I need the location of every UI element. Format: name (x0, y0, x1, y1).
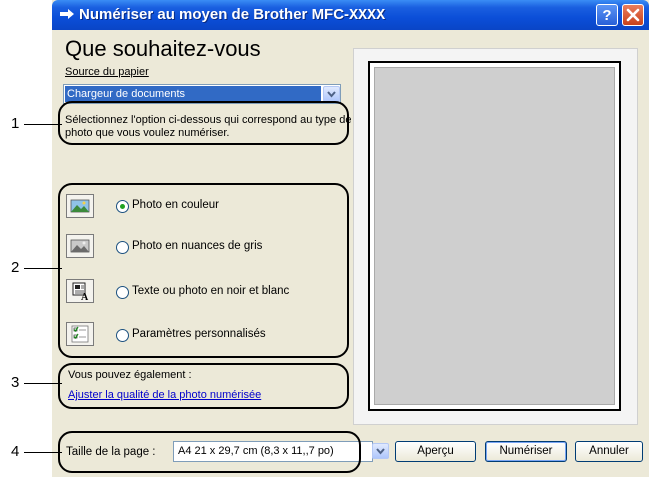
help-button[interactable]: ? (596, 4, 618, 26)
callout-number-3: 3 (11, 374, 20, 391)
callout-box-1 (58, 101, 349, 145)
callout-number-4: 4 (11, 443, 20, 460)
callout-line-4 (24, 452, 62, 453)
title-bar[interactable]: Numériser au moyen de Brother MFC-XXXX ? (52, 0, 649, 30)
paper-source-dropdown-button[interactable] (323, 86, 340, 102)
callout-box-2 (58, 183, 349, 358)
scanner-arrow-icon (60, 9, 74, 19)
chevron-down-icon (376, 448, 385, 455)
callout-line-1 (24, 124, 62, 125)
callout-box-3 (58, 363, 349, 409)
preview-page (374, 67, 615, 405)
preview-panel (353, 48, 638, 425)
paper-source-value: Chargeur de documents (65, 86, 321, 102)
paper-source-label: Source du papier (65, 66, 149, 78)
window-title: Numériser au moyen de Brother MFC-XXXX (79, 6, 386, 24)
callout-line-3 (24, 383, 62, 384)
scan-button[interactable]: Numériser (485, 441, 567, 462)
cancel-button[interactable]: Annuler (575, 441, 643, 462)
close-icon (626, 8, 640, 22)
preview-button[interactable]: Aperçu (395, 441, 476, 462)
page-size-dropdown-button[interactable] (372, 443, 389, 459)
callout-line-2 (24, 268, 62, 269)
close-button[interactable] (622, 4, 644, 26)
callout-number-1: 1 (11, 115, 20, 132)
callout-number-2: 2 (11, 259, 20, 276)
preview-frame (368, 61, 621, 411)
callout-box-4 (58, 431, 361, 473)
chevron-down-icon (327, 91, 336, 98)
page-heading: Que souhaitez-vous (65, 36, 261, 61)
